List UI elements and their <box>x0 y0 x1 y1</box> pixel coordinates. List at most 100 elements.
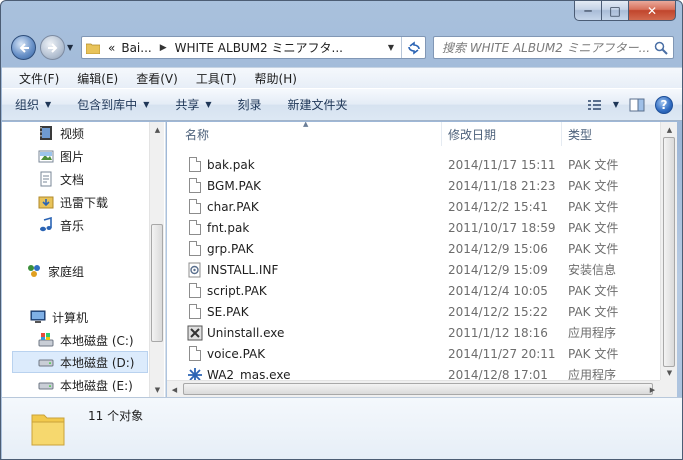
back-button[interactable] <box>11 35 36 60</box>
nav-item-pictures[interactable]: 图片 <box>38 145 84 167</box>
burn-label: 刻录 <box>237 98 262 112</box>
scroll-up-icon[interactable]: ▲ <box>150 122 165 137</box>
nav-item-documents[interactable]: 文档 <box>38 168 84 190</box>
preview-pane-button[interactable] <box>629 98 645 112</box>
scroll-left-icon[interactable]: ◀ <box>167 382 182 397</box>
nav-item-homegroup[interactable]: 家庭组 <box>26 260 84 282</box>
chevron-right-icon[interactable]: ▶ <box>160 43 167 53</box>
breadcrumb-item[interactable]: WHITE ALBUM2 ミニアフタ... <box>175 39 343 56</box>
close-button[interactable]: ✕ <box>629 1 676 21</box>
file-row[interactable]: grp.PAK 2014/12/9 15:06 PAK 文件 <box>167 238 664 259</box>
menu-edit[interactable]: 编辑(E) <box>68 70 127 87</box>
file-name-cell[interactable]: voice.PAK <box>167 346 442 362</box>
file-list-horizontal-scrollbar[interactable]: ◀ ▶ <box>167 380 660 397</box>
scrollbar-thumb[interactable] <box>663 137 675 367</box>
search-placeholder[interactable]: 搜索 WHITE ALBUM2 ミニアフター... <box>442 39 649 56</box>
file-name-cell[interactable]: fnt.pak <box>167 220 442 236</box>
address-bar[interactable]: « Bai... ▶ WHITE ALBUM2 ミニアフタ... ▼ <box>81 36 426 59</box>
address-prefix[interactable]: « <box>108 41 115 55</box>
maximize-button[interactable]: □ <box>602 1 629 21</box>
new-folder-label: 新建文件夹 <box>287 98 348 112</box>
column-header-date[interactable]: 修改日期 <box>442 122 562 146</box>
file-name-cell[interactable]: INSTALL.INF <box>167 262 442 278</box>
file-name-cell[interactable]: Uninstall.exe <box>167 325 442 341</box>
file-name: fnt.pak <box>207 220 250 235</box>
navigation-pane-scrollbar[interactable]: ▲ ▼ <box>149 122 164 397</box>
file-list-vertical-scrollbar[interactable]: ▲ ▼ <box>660 122 677 380</box>
organize-button[interactable]: 组织 ▼ <box>2 96 64 113</box>
nav-item-thunder-downloads[interactable]: 迅雷下载 <box>38 191 108 213</box>
scrollbar-thumb[interactable] <box>183 383 653 395</box>
scroll-down-icon[interactable]: ▼ <box>150 382 165 397</box>
folder-icon <box>85 42 101 54</box>
breadcrumb-item[interactable]: Bai... <box>121 41 151 55</box>
search-box[interactable]: 搜索 WHITE ALBUM2 ミニアフター... <box>433 36 674 59</box>
scrollbar-thumb[interactable] <box>151 224 163 342</box>
file-type: PAK 文件 <box>568 200 619 214</box>
menu-view[interactable]: 查看(V) <box>127 70 187 87</box>
nav-item-drive-d[interactable]: 本地磁盘 (D:) <box>12 351 148 373</box>
file-row[interactable]: BGM.PAK 2014/11/18 21:23 PAK 文件 <box>167 175 664 196</box>
menu-file[interactable]: 文件(F) <box>10 70 68 87</box>
file-icon <box>187 241 203 257</box>
file-row[interactable]: SE.PAK 2014/12/2 15:22 PAK 文件 <box>167 301 664 322</box>
recent-pages-dropdown[interactable]: ▼ <box>67 43 73 52</box>
sort-ascending-icon: ▲ <box>303 122 309 128</box>
minimize-icon: ─ <box>584 3 592 18</box>
include-in-library-button[interactable]: 包含到库中 ▼ <box>64 96 162 113</box>
explorer-window: ─ □ ✕ ▼ « Bai... ▶ WHITE ALBUM2 ミニアフタ...… <box>0 0 683 460</box>
forward-arrow-icon <box>47 42 57 53</box>
minimize-button[interactable]: ─ <box>574 1 602 21</box>
file-row[interactable]: script.PAK 2014/12/4 10:05 PAK 文件 <box>167 280 664 301</box>
file-name-cell[interactable]: script.PAK <box>167 283 442 299</box>
file-name-cell[interactable]: SE.PAK <box>167 304 442 320</box>
document-library-icon <box>38 171 54 187</box>
file-name-cell[interactable]: grp.PAK <box>167 241 442 257</box>
menu-tools[interactable]: 工具(T) <box>187 70 246 87</box>
file-row[interactable]: voice.PAK 2014/11/27 20:11 PAK 文件 <box>167 343 664 364</box>
refresh-button[interactable] <box>401 37 425 58</box>
uninstall-exe-icon <box>187 325 203 341</box>
nav-item-label: 家庭组 <box>48 264 85 279</box>
nav-item-music[interactable]: 音乐 <box>38 214 84 236</box>
file-row[interactable]: bak.pak 2014/11/17 15:11 PAK 文件 <box>167 154 664 175</box>
scroll-down-icon[interactable]: ▼ <box>662 365 677 380</box>
file-row[interactable]: Uninstall.exe 2011/1/12 18:16 应用程序 <box>167 322 664 343</box>
setup-info-icon <box>187 262 203 278</box>
forward-button[interactable] <box>40 35 65 60</box>
help-icon: ? <box>660 97 668 112</box>
scroll-right-icon[interactable]: ▶ <box>645 382 660 397</box>
column-header-name-label: 名称 <box>185 127 210 142</box>
address-history-dropdown[interactable]: ▼ <box>383 37 399 58</box>
nav-item-computer[interactable]: 计算机 <box>30 306 88 328</box>
drive-icon <box>38 377 54 393</box>
menu-help[interactable]: 帮助(H) <box>246 70 306 87</box>
file-type: PAK 文件 <box>568 347 619 361</box>
maximize-icon: □ <box>609 3 621 18</box>
navigation-bar: ▼ « Bai... ▶ WHITE ALBUM2 ミニアフタ... ▼ 搜索 … <box>1 31 682 63</box>
file-name-cell[interactable]: bak.pak <box>167 157 442 173</box>
file-type: PAK 文件 <box>568 179 619 193</box>
nav-item-label: 迅雷下载 <box>60 195 109 210</box>
file-row[interactable]: char.PAK 2014/12/2 15:41 PAK 文件 <box>167 196 664 217</box>
nav-item-drive-e[interactable]: 本地磁盘 (E:) <box>38 374 133 396</box>
nav-item-drive-c[interactable]: 本地磁盘 (C:) <box>38 329 134 351</box>
nav-item-videos[interactable]: 视频 <box>38 122 84 144</box>
new-folder-button[interactable]: 新建文件夹 <box>275 96 361 113</box>
column-header-type[interactable]: 类型 <box>562 122 664 146</box>
burn-button[interactable]: 刻录 <box>225 96 275 113</box>
scroll-up-icon[interactable]: ▲ <box>662 122 677 137</box>
file-date: 2011/10/17 18:59 <box>448 220 556 235</box>
file-type: PAK 文件 <box>568 284 619 298</box>
share-button[interactable]: 共享 ▼ <box>162 96 224 113</box>
close-icon: ✕ <box>646 3 658 18</box>
view-options-button[interactable]: ▼ <box>587 98 619 112</box>
file-row[interactable]: fnt.pak 2011/10/17 18:59 PAK 文件 <box>167 217 664 238</box>
file-name-cell[interactable]: BGM.PAK <box>167 178 442 194</box>
file-type: 应用程序 <box>568 326 617 340</box>
help-button[interactable]: ? <box>655 95 673 114</box>
search-icon[interactable] <box>649 37 673 58</box>
file-name-cell[interactable]: char.PAK <box>167 199 442 215</box>
column-header-name[interactable]: ▲ 名称 <box>167 122 442 146</box>
file-row[interactable]: INSTALL.INF 2014/12/9 15:09 安装信息 <box>167 259 664 280</box>
